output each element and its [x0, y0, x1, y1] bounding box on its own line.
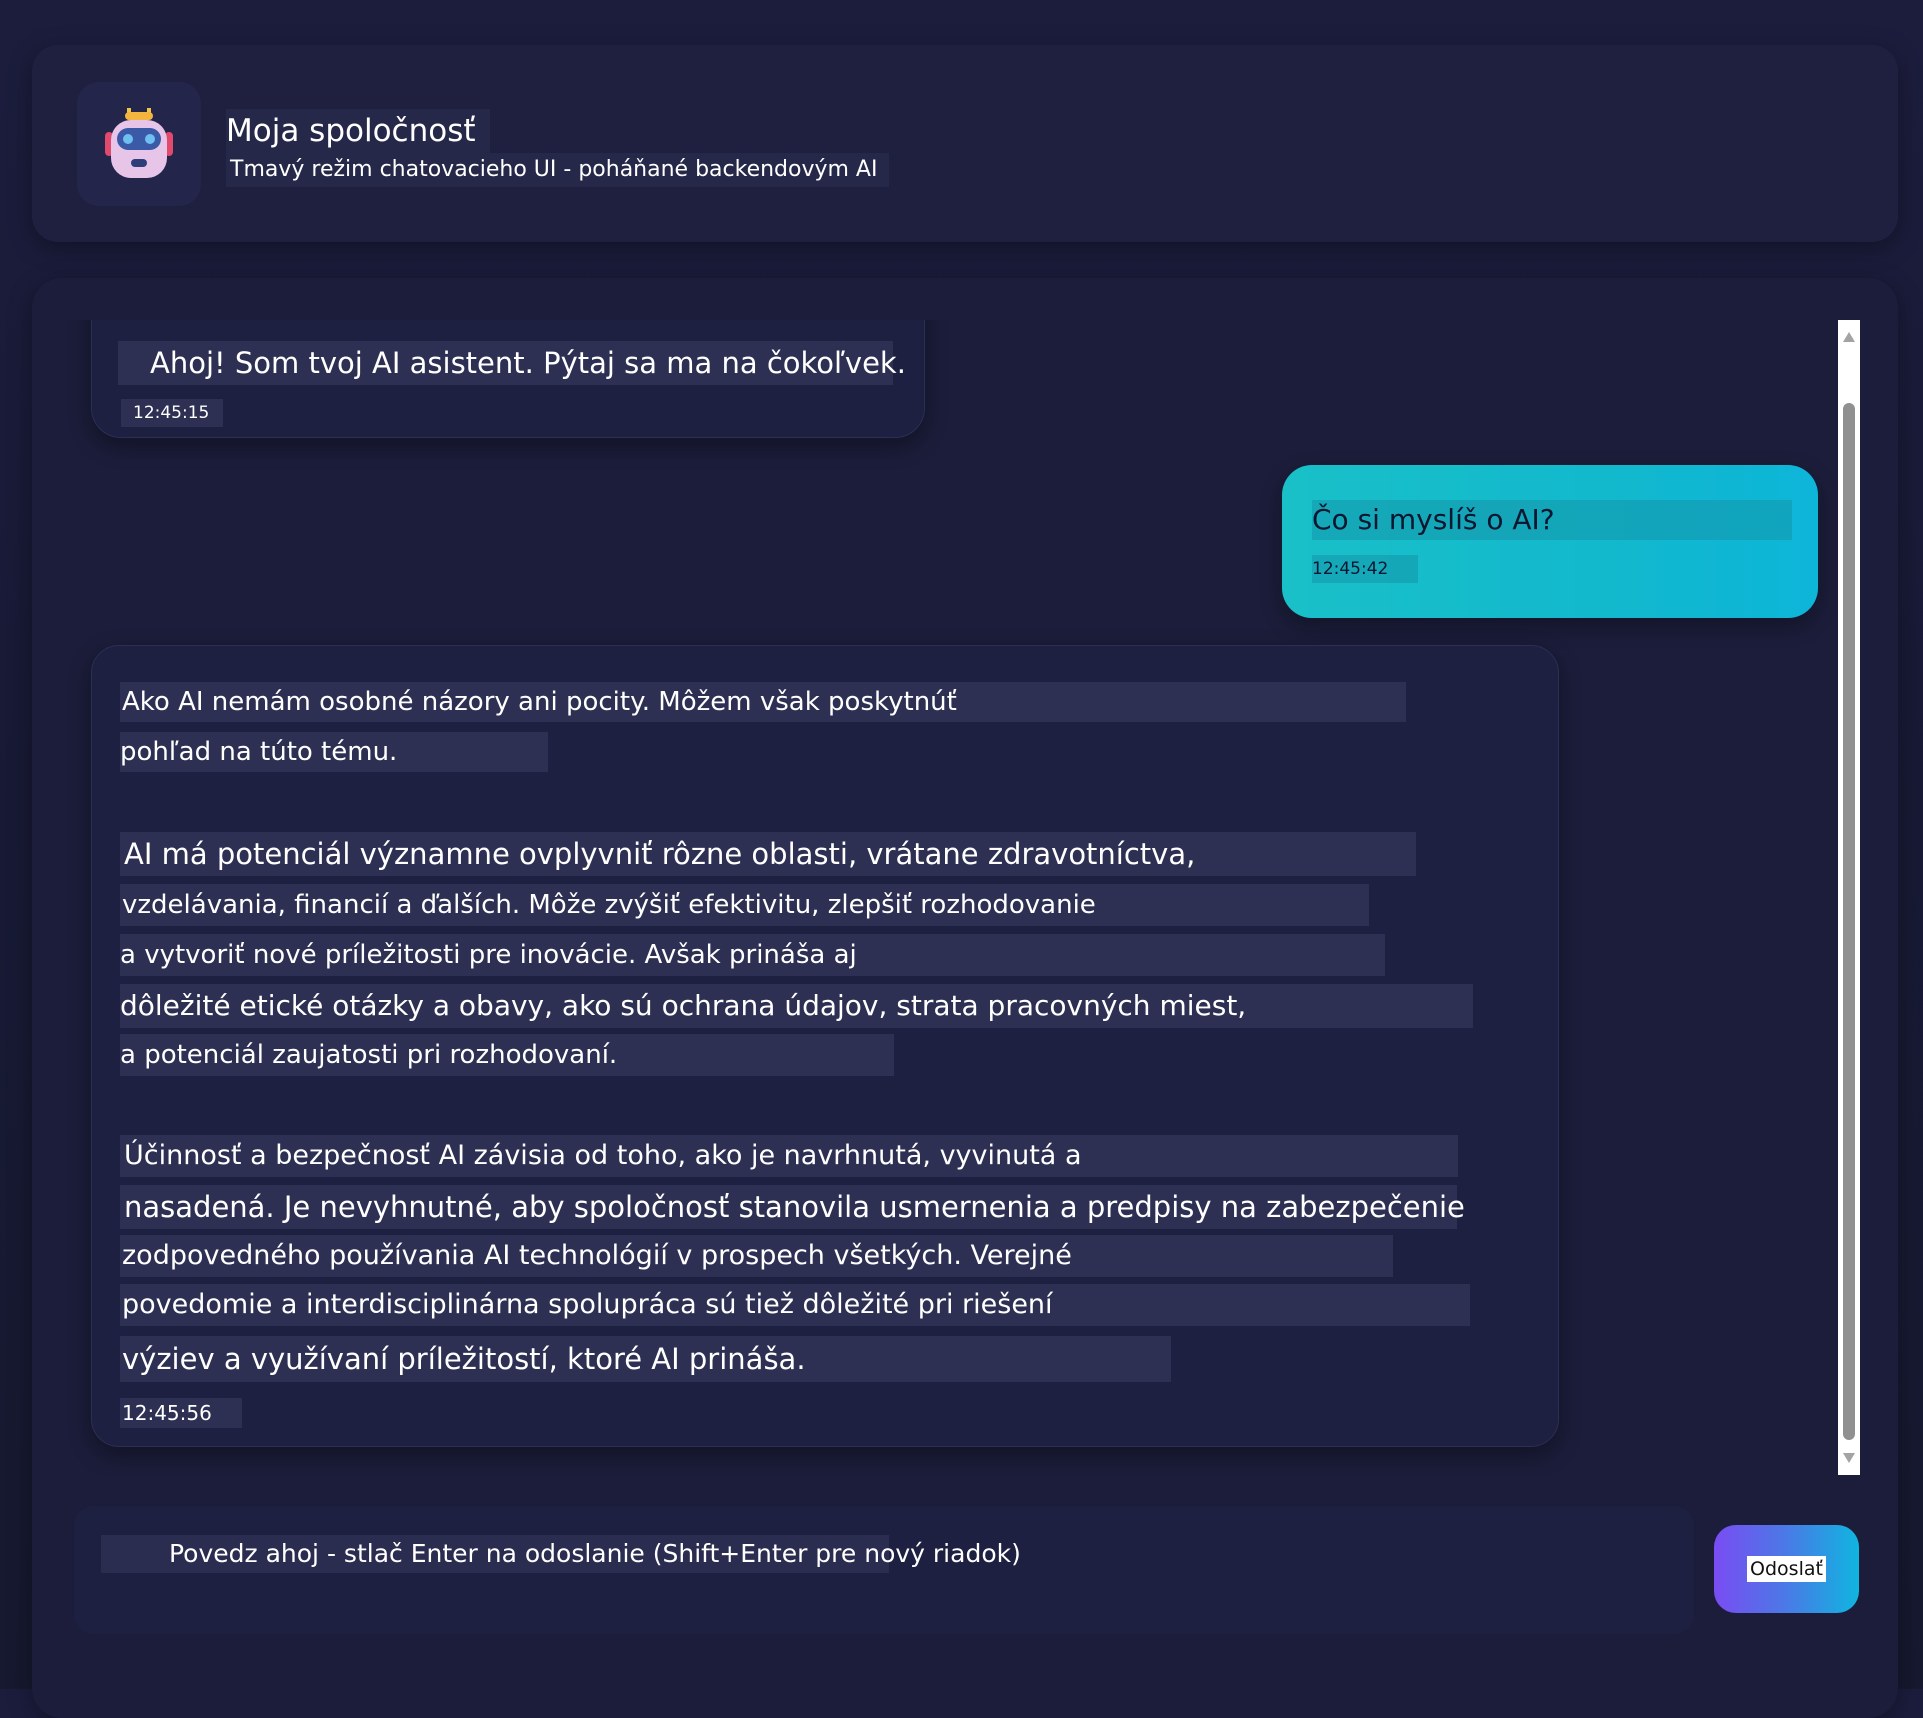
message-timestamp: 12:45:56: [120, 1398, 242, 1428]
message-timestamp: 12:45:15: [121, 399, 224, 427]
scroll-up-arrow-icon[interactable]: [1843, 332, 1855, 342]
message-list[interactable]: Ahoj! Som tvoj AI asistent. Pýtaj sa ma …: [32, 320, 1894, 1475]
scroll-down-arrow-icon[interactable]: [1843, 1453, 1855, 1463]
message-text-line: Čo si myslíš o AI?: [1312, 500, 1792, 540]
message-input[interactable]: Povedz ahoj - stlač Enter na odoslanie (…: [74, 1506, 1694, 1634]
message-text-line: Účinnosť a bezpečnosť AI závisia od toho…: [120, 1135, 1458, 1177]
user-message: Čo si myslíš o AI? 12:45:42: [1282, 465, 1818, 618]
message-text-line: Ako AI nemám osobné názory ani pocity. M…: [120, 682, 1406, 722]
scrollbar-thumb[interactable]: [1843, 403, 1855, 1440]
chat-panel: Ahoj! Som tvoj AI asistent. Pýtaj sa ma …: [32, 278, 1898, 1718]
send-button[interactable]: Odoslať: [1714, 1525, 1859, 1613]
message-text-line: zodpovedného používania AI technológií v…: [120, 1235, 1393, 1277]
message-list-scrollbar[interactable]: [1838, 320, 1860, 1475]
app-subtitle: Tmavý režim chatovacieho UI - poháňané b…: [226, 153, 890, 187]
robot-icon: [77, 82, 201, 206]
message-text-line: pohľad na túto tému.: [120, 732, 548, 772]
app-title: Moja spoločnosť: [226, 109, 490, 153]
message-text-line: Ahoj! Som tvoj AI asistent. Pýtaj sa ma …: [118, 341, 906, 385]
assistant-message: Ahoj! Som tvoj AI asistent. Pýtaj sa ma …: [91, 320, 925, 438]
message-input-placeholder: Povedz ahoj - stlač Enter na odoslanie (…: [101, 1535, 1021, 1573]
message-text-line: vzdelávania, financií a ďalších. Môže zv…: [120, 884, 1369, 926]
message-text-line: výziev a využívaní príležitostí, ktoré A…: [120, 1336, 1171, 1382]
message-text-line: povedomie a interdisciplinárna spoluprác…: [120, 1284, 1470, 1326]
message-text-line: dôležité etické otázky a obavy, ako sú o…: [120, 984, 1473, 1028]
assistant-message: Ako AI nemám osobné názory ani pocity. M…: [91, 645, 1559, 1447]
message-text-line: a vytvoriť nové príležitosti pre inováci…: [120, 934, 1385, 976]
message-text-line: nasadená. Je nevyhnutné, aby spoločnosť …: [120, 1185, 1465, 1229]
message-text-line: AI má potenciál významne ovplyvniť rôzne…: [120, 832, 1416, 876]
send-button-label: Odoslať: [1747, 1556, 1826, 1582]
header-card: Moja spoločnosť Tmavý režim chatovacieho…: [32, 45, 1898, 242]
message-text-line: a potenciál zaujatosti pri rozhodovaní.: [120, 1034, 894, 1076]
message-timestamp: 12:45:42: [1312, 555, 1419, 583]
